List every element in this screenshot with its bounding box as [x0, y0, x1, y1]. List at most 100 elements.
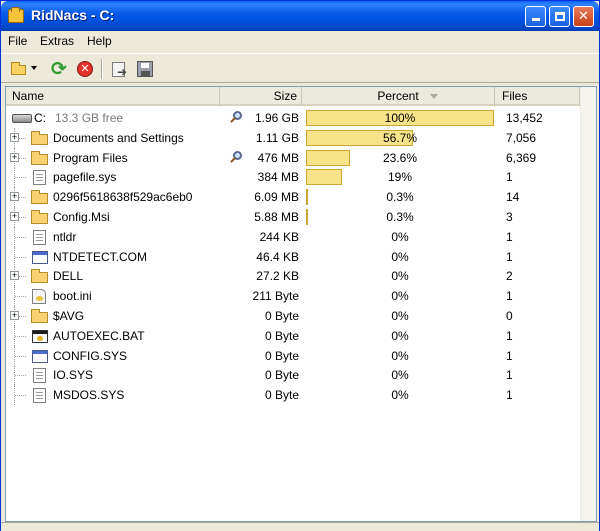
item-percent: 0% — [391, 250, 409, 264]
dropdown-arrow-icon[interactable] — [31, 66, 37, 70]
item-files: 0 — [506, 309, 513, 323]
list-item[interactable]: C: 13.3 GB free 1.96 GB 100% 13,452 — [6, 108, 580, 128]
minimize-button[interactable] — [525, 6, 546, 27]
maximize-icon — [554, 12, 565, 21]
item-files: 1 — [506, 170, 513, 184]
item-size: 1.96 GB — [254, 111, 299, 125]
refresh-icon[interactable]: ⟳ — [49, 59, 69, 79]
item-size: 6.09 MB — [254, 190, 299, 204]
save-icon[interactable] — [135, 59, 155, 79]
free-space-label: 13.3 GB free — [55, 111, 124, 125]
item-name: ntldr — [53, 230, 77, 244]
item-name: Program Files — [53, 151, 128, 165]
list-item[interactable]: NTDETECT.COM 46.4 KB 0% 1 — [6, 247, 580, 267]
status-bar — [1, 522, 599, 531]
item-name: DELL — [53, 269, 84, 283]
list-item[interactable]: +0296f5618638f529ac6eb0 6.09 MB 0.3% 14 — [6, 187, 580, 207]
expand-icon[interactable]: + — [10, 192, 19, 201]
maximize-button[interactable] — [549, 6, 570, 27]
system-file-icon — [30, 349, 48, 363]
expand-icon[interactable]: + — [10, 271, 19, 280]
column-size[interactable]: Size — [220, 87, 302, 106]
tree-connector — [15, 356, 26, 357]
menu-bar: File Extras Help — [1, 31, 599, 52]
list-item[interactable]: pagefile.sys 384 MB 19% 1 — [6, 167, 580, 187]
expand-icon[interactable]: + — [10, 133, 19, 142]
item-percent: 0% — [391, 309, 409, 323]
item-percent: 0% — [391, 329, 409, 343]
item-size: 0 Byte — [264, 349, 299, 363]
item-percent: 0% — [391, 388, 409, 402]
item-size: 46.4 KB — [256, 250, 299, 264]
tree-connector — [15, 375, 26, 376]
tree-connector — [15, 177, 26, 178]
column-files[interactable]: Files — [495, 87, 580, 106]
folder-icon — [30, 269, 48, 283]
toolbar: ⟳ ✕ ➜ — [1, 53, 599, 83]
list-item[interactable]: boot.ini 211 Byte 0% 1 — [6, 286, 580, 306]
list-item[interactable]: + Program Files 476 MB 23.6% 6,369 — [6, 148, 580, 168]
item-size: 384 MB — [257, 170, 299, 184]
item-name: NTDETECT.COM — [53, 250, 147, 264]
list-item[interactable]: + DELL 27.2 KB 0% 2 — [6, 266, 580, 286]
item-name: CONFIG.SYS — [53, 349, 128, 363]
item-size: 476 MB — [257, 151, 299, 165]
open-folder-icon[interactable] — [9, 59, 29, 79]
menu-help[interactable]: Help — [87, 34, 112, 48]
tree-connector — [15, 257, 26, 258]
window-title: RidNacs - C: — [31, 7, 115, 23]
item-name: MSDOS.SYS — [53, 388, 125, 402]
list-item[interactable]: CONFIG.SYS 0 Byte 0% 1 — [6, 346, 580, 366]
tree-connector — [15, 395, 26, 396]
menu-file[interactable]: File — [8, 34, 27, 48]
item-files: 13,452 — [506, 111, 543, 125]
menu-extras[interactable]: Extras — [40, 34, 74, 48]
item-files: 7,056 — [506, 131, 537, 145]
column-name[interactable]: Name — [6, 87, 220, 106]
item-size: 0 Byte — [264, 368, 299, 382]
list-item[interactable]: + Config.Msi 5.88 MB 0.3% 3 — [6, 207, 580, 227]
item-files: 3 — [506, 210, 513, 224]
item-size: 0 Byte — [264, 388, 299, 402]
item-size: 1.11 GB — [255, 131, 299, 145]
tree-connector — [15, 336, 26, 337]
item-files: 1 — [506, 250, 513, 264]
column-percent[interactable]: Percent — [302, 87, 495, 106]
vertical-scrollbar[interactable] — [580, 87, 596, 521]
item-percent: 19% — [387, 170, 413, 184]
expand-icon[interactable]: + — [10, 212, 19, 221]
item-files: 1 — [506, 349, 513, 363]
expand-icon[interactable]: + — [10, 153, 19, 162]
item-percent: 0% — [391, 349, 409, 363]
list-item[interactable]: + $AVG 0 Byte 0% 0 — [6, 306, 580, 326]
list-header: Name Size Percent Files — [6, 87, 596, 106]
folder-icon — [30, 131, 48, 145]
expand-icon[interactable]: + — [10, 311, 19, 320]
item-files: 1 — [506, 230, 513, 244]
item-percent: 0.3% — [386, 190, 414, 204]
item-size: 5.88 MB — [254, 210, 299, 224]
item-name: 0296f5618638f529ac6eb0 — [53, 190, 193, 204]
item-size: 211 Byte — [252, 289, 299, 303]
close-button[interactable]: ✕ — [573, 6, 594, 27]
export-icon[interactable]: ➜ — [109, 59, 129, 79]
item-percent: 56.7% — [382, 131, 418, 145]
stop-icon[interactable]: ✕ — [75, 59, 95, 79]
tree-connector — [15, 296, 26, 297]
list-item[interactable]: IO.SYS 0 Byte 0% 1 — [6, 365, 580, 385]
tree-connector — [15, 237, 26, 238]
item-percent: 23.6% — [382, 151, 418, 165]
item-size: 0 Byte — [264, 329, 299, 343]
item-size: 27.2 KB — [256, 269, 299, 283]
list-item[interactable]: + Documents and Settings 1.11 GB 56.7% 7,056 — [6, 128, 580, 148]
item-percent: 0% — [391, 368, 409, 382]
title-bar[interactable]: RidNacs - C: ✕ — [1, 1, 599, 31]
file-list[interactable]: Name Size Percent Files C: 13.3 GB free 1.… — [5, 86, 597, 522]
list-item[interactable]: AUTOEXEC.BAT 0 Byte 0% 1 — [6, 326, 580, 346]
list-item[interactable]: ntldr 244 KB 0% 1 — [6, 227, 580, 247]
item-name: boot.ini — [53, 289, 92, 303]
file-icon — [30, 388, 48, 403]
item-name: pagefile.sys — [53, 170, 117, 184]
item-percent: 0.3% — [386, 210, 414, 224]
list-item[interactable]: MSDOS.SYS 0 Byte 0% 1 — [6, 385, 580, 405]
